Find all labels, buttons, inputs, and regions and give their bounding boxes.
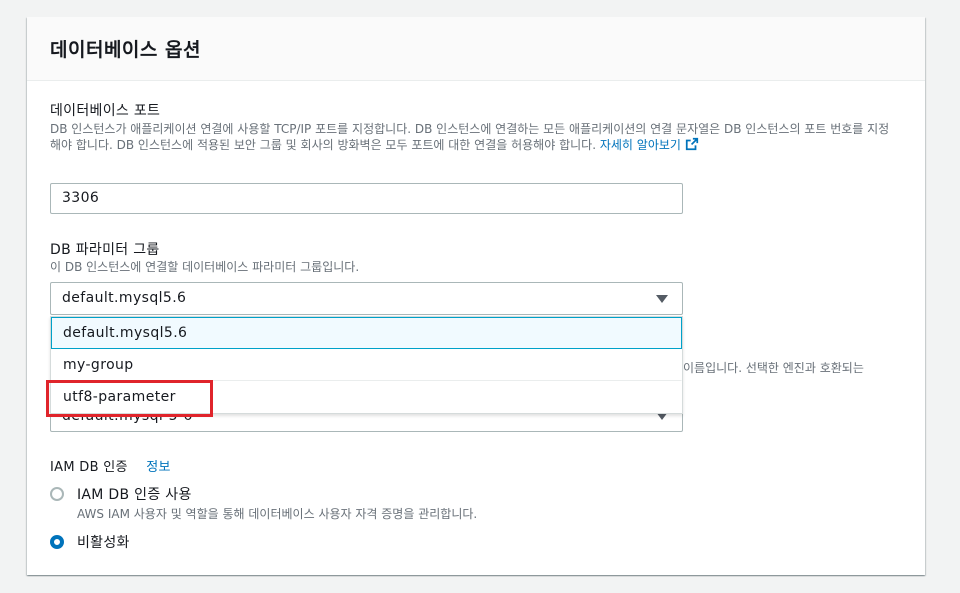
database-options-panel: 데이터베이스 옵션 데이터베이스 포트 DB 인스턴스가 애플리케이션 연결에 … [27, 17, 925, 575]
section-title: 데이터베이스 옵션 [50, 39, 201, 61]
port-description-text: DB 인스턴스가 애플리케이션 연결에 사용할 TCP/IP 포트를 지정합니다… [50, 122, 890, 152]
highlight-box [46, 380, 213, 417]
parameter-group-label: DB 파라미터 그룹 [50, 242, 160, 258]
iam-auth-disable-label: 비활성화 [77, 535, 130, 551]
iam-auth-label: IAM DB 인증 정보 [50, 456, 171, 475]
dropdown-option-my-group[interactable]: my-group [51, 349, 682, 381]
iam-auth-label-text: IAM DB 인증 [50, 460, 128, 475]
panel-header: 데이터베이스 옵션 [27, 17, 925, 81]
learn-more-link[interactable]: 자세히 알아보기 [600, 137, 699, 152]
parameter-group-selected-value: default.mysql5.6 [62, 290, 187, 306]
option-group-description-partial: 이름입니다. 선택한 엔진과 호환되는 [683, 361, 864, 375]
port-input[interactable]: 3306 [50, 183, 683, 214]
port-description: DB 인스턴스가 애플리케이션 연결에 사용할 TCP/IP 포트를 지정합니다… [50, 121, 900, 153]
iam-auth-enable-description: AWS IAM 사용자 및 역할을 통해 데이터베이스 사용자 자격 증명을 관… [77, 507, 478, 521]
iam-auth-info-link[interactable]: 정보 [146, 460, 171, 475]
dropdown-option-default[interactable]: default.mysql5.6 [51, 317, 682, 349]
learn-more-link-text[interactable]: 자세히 알아보기 [600, 138, 681, 152]
parameter-group-description: 이 DB 인스턴스에 연결할 데이터베이스 파라미터 그룹입니다. [50, 260, 360, 274]
external-link-icon[interactable] [685, 137, 699, 151]
iam-auth-disable-radio[interactable] [50, 535, 64, 549]
parameter-group-select[interactable]: default.mysql5.6 [50, 282, 683, 315]
caret-down-icon [656, 295, 668, 303]
iam-auth-enable-label: IAM DB 인증 사용 [77, 487, 192, 503]
iam-auth-enable-radio[interactable] [50, 487, 64, 501]
port-label: 데이터베이스 포트 [50, 103, 161, 119]
